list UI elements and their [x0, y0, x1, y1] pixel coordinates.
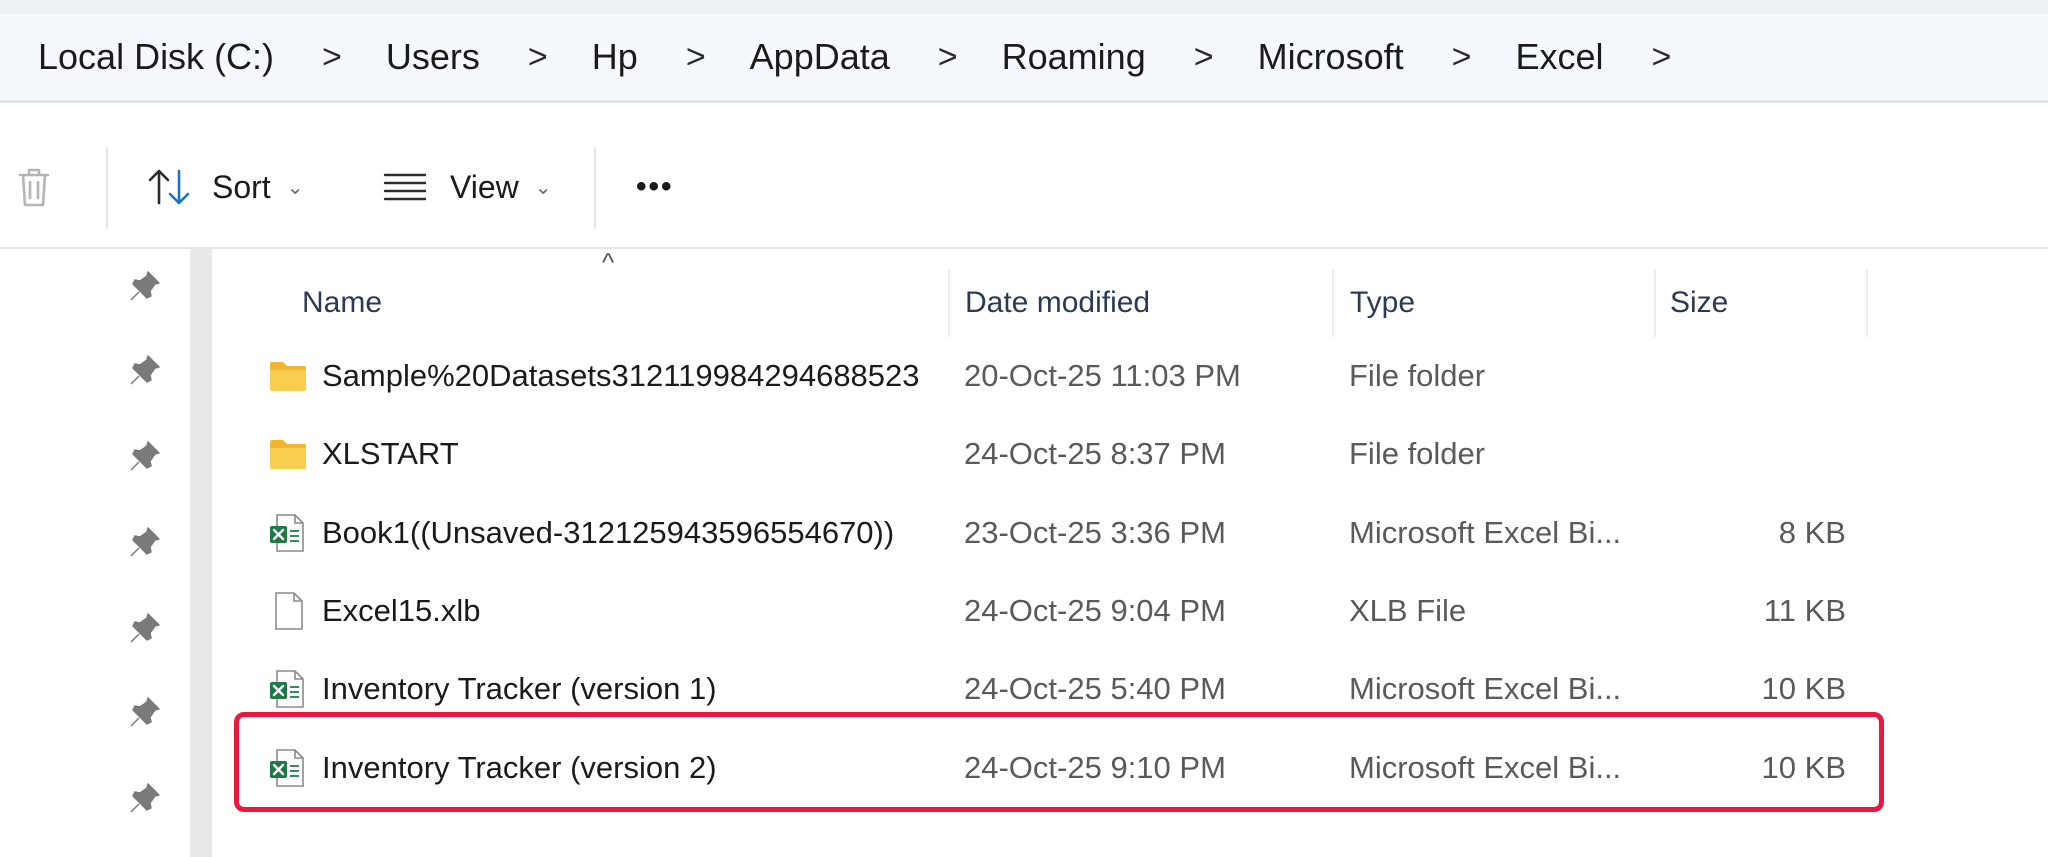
- column-divider[interactable]: [1654, 269, 1656, 337]
- column-header-size-label: Size: [1670, 286, 1729, 319]
- file-row[interactable]: Inventory Tracker (version 1) 24-Oct-25 5…: [212, 650, 1952, 728]
- file-type: Microsoft Excel Bi...: [1349, 750, 1622, 785]
- blank-file-icon: [275, 592, 303, 630]
- file-name: Book1((Unsaved-312125943596554670)): [322, 515, 895, 550]
- sort-label: Sort: [212, 168, 271, 205]
- column-header-type-label: Type: [1350, 286, 1416, 319]
- file-size: 10 KB: [1761, 750, 1846, 785]
- window-top-strip: [0, 0, 2048, 14]
- file-date-modified: 23-Oct-25 3:36 PM: [964, 515, 1226, 550]
- pin-icon[interactable]: [128, 353, 162, 387]
- chevron-right-icon[interactable]: >: [1194, 38, 1214, 77]
- column-header-date-label: Date modified: [965, 286, 1151, 319]
- file-name: Inventory Tracker (version 1): [322, 671, 717, 706]
- chevron-right-icon[interactable]: >: [938, 38, 958, 77]
- excel-file-icon: [270, 670, 304, 708]
- file-type: Microsoft Excel Bi...: [1349, 515, 1622, 550]
- chevron-right-icon[interactable]: >: [1452, 38, 1472, 77]
- file-size: 11 KB: [1763, 593, 1846, 628]
- breadcrumb-item-roaming[interactable]: Roaming: [1002, 36, 1146, 78]
- file-name-cell[interactable]: XLSTART: [268, 415, 459, 493]
- pin-icon[interactable]: [128, 781, 162, 815]
- column-divider[interactable]: [1866, 269, 1868, 337]
- file-name-cell[interactable]: Book1((Unsaved-312125943596554670)): [268, 494, 894, 572]
- breadcrumb-item-appdata[interactable]: AppData: [750, 36, 890, 78]
- chevron-right-icon[interactable]: >: [1652, 38, 1672, 77]
- folder-icon: [270, 440, 306, 469]
- file-date-modified: 24-Oct-25 5:40 PM: [964, 671, 1226, 706]
- toolbar-divider: [594, 147, 596, 229]
- file-name-cell[interactable]: Excel15.xlb: [268, 572, 481, 650]
- breadcrumb-item-microsoft[interactable]: Microsoft: [1258, 36, 1404, 78]
- delete-button[interactable]: [14, 157, 54, 217]
- file-size: 10 KB: [1761, 671, 1846, 706]
- file-name-cell[interactable]: Inventory Tracker (version 1): [268, 650, 717, 728]
- chevron-down-icon: ⌄: [534, 176, 552, 199]
- sort-icon: [148, 169, 190, 205]
- column-divider[interactable]: [948, 269, 950, 337]
- file-name-cell[interactable]: Sample%20Datasets312119984294688523: [268, 337, 920, 415]
- file-size: [1692, 415, 1846, 493]
- file-size: [1692, 337, 1846, 415]
- file-date-modified: 24-Oct-25 9:04 PM: [964, 593, 1226, 628]
- file-size: 8 KB: [1778, 515, 1846, 550]
- file-date-modified: 24-Oct-25 8:37 PM: [964, 436, 1226, 471]
- file-name-cell[interactable]: Inventory Tracker (version 2): [268, 729, 717, 807]
- file-name: Inventory Tracker (version 2): [322, 750, 717, 785]
- file-type: File folder: [1349, 436, 1486, 471]
- more-options-button[interactable]: •••: [636, 157, 674, 217]
- breadcrumb-item-local-disk[interactable]: Local Disk (C:): [38, 36, 274, 78]
- view-button[interactable]: View ⌄: [382, 157, 552, 217]
- folder-icon: [270, 362, 306, 391]
- breadcrumb-item-users[interactable]: Users: [386, 36, 480, 78]
- file-type: Microsoft Excel Bi...: [1349, 671, 1622, 706]
- file-row[interactable]: Book1((Unsaved-312125943596554670)) 23-Oc…: [212, 494, 1952, 572]
- sort-button[interactable]: Sort ⌄: [146, 157, 303, 217]
- file-row[interactable]: Inventory Tracker (version 2) 24-Oct-25 9…: [212, 729, 1952, 807]
- chevron-right-icon[interactable]: >: [686, 38, 706, 77]
- more-icon: •••: [636, 170, 674, 203]
- column-header-date-modified[interactable]: Date modified: [965, 269, 1335, 337]
- pin-icon[interactable]: [128, 525, 162, 559]
- view-label: View: [450, 168, 519, 205]
- address-bar-spacer: [0, 101, 2048, 127]
- file-name: Excel15.xlb: [322, 593, 481, 628]
- file-type: File folder: [1349, 358, 1486, 393]
- file-row[interactable]: XLSTART 24-Oct-25 8:37 PM File folder: [212, 415, 1952, 493]
- file-row[interactable]: Excel15.xlb 24-Oct-25 9:04 PM XLB File 11 K…: [212, 572, 1952, 650]
- toolbar-divider: [106, 147, 108, 229]
- file-name: XLSTART: [322, 436, 459, 471]
- column-divider[interactable]: [1332, 269, 1334, 337]
- column-header-type[interactable]: Type: [1350, 269, 1650, 337]
- file-date-modified: 24-Oct-25 9:10 PM: [964, 750, 1226, 785]
- chevron-right-icon[interactable]: >: [528, 38, 548, 77]
- excel-file-icon: [270, 514, 304, 552]
- breadcrumb-item-excel[interactable]: Excel: [1515, 36, 1603, 78]
- file-list: ^ Name Date modified Type Size Sample%20…: [212, 247, 2048, 857]
- pin-icon[interactable]: [128, 611, 162, 645]
- column-header-name-label: Name: [302, 286, 383, 319]
- file-row[interactable]: Sample%20Datasets312119984294688523 20-Oc…: [212, 337, 1952, 415]
- breadcrumb[interactable]: Local Disk (C:) > Users > Hp > AppData >…: [0, 14, 2048, 101]
- chevron-down-icon: ⌄: [286, 176, 304, 199]
- excel-file-icon: [270, 749, 304, 787]
- trash-icon: [18, 168, 50, 207]
- pin-icon[interactable]: [128, 439, 162, 473]
- breadcrumb-item-hp[interactable]: Hp: [592, 36, 638, 78]
- column-header-size[interactable]: Size: [1670, 269, 1870, 337]
- view-list-icon: [383, 173, 427, 201]
- navigation-pane-scrollbar[interactable]: [190, 249, 212, 857]
- chevron-right-icon[interactable]: >: [322, 38, 342, 77]
- file-type: XLB File: [1349, 593, 1467, 628]
- column-header-name[interactable]: Name: [302, 269, 952, 337]
- navigation-pane: [0, 249, 210, 857]
- file-name: Sample%20Datasets312119984294688523: [322, 358, 920, 393]
- pin-icon[interactable]: [128, 269, 162, 303]
- pin-icon[interactable]: [128, 695, 162, 729]
- file-date-modified: 20-Oct-25 11:03 PM: [964, 358, 1241, 393]
- command-toolbar: Sort ⌄ View ⌄ •••: [0, 127, 2048, 249]
